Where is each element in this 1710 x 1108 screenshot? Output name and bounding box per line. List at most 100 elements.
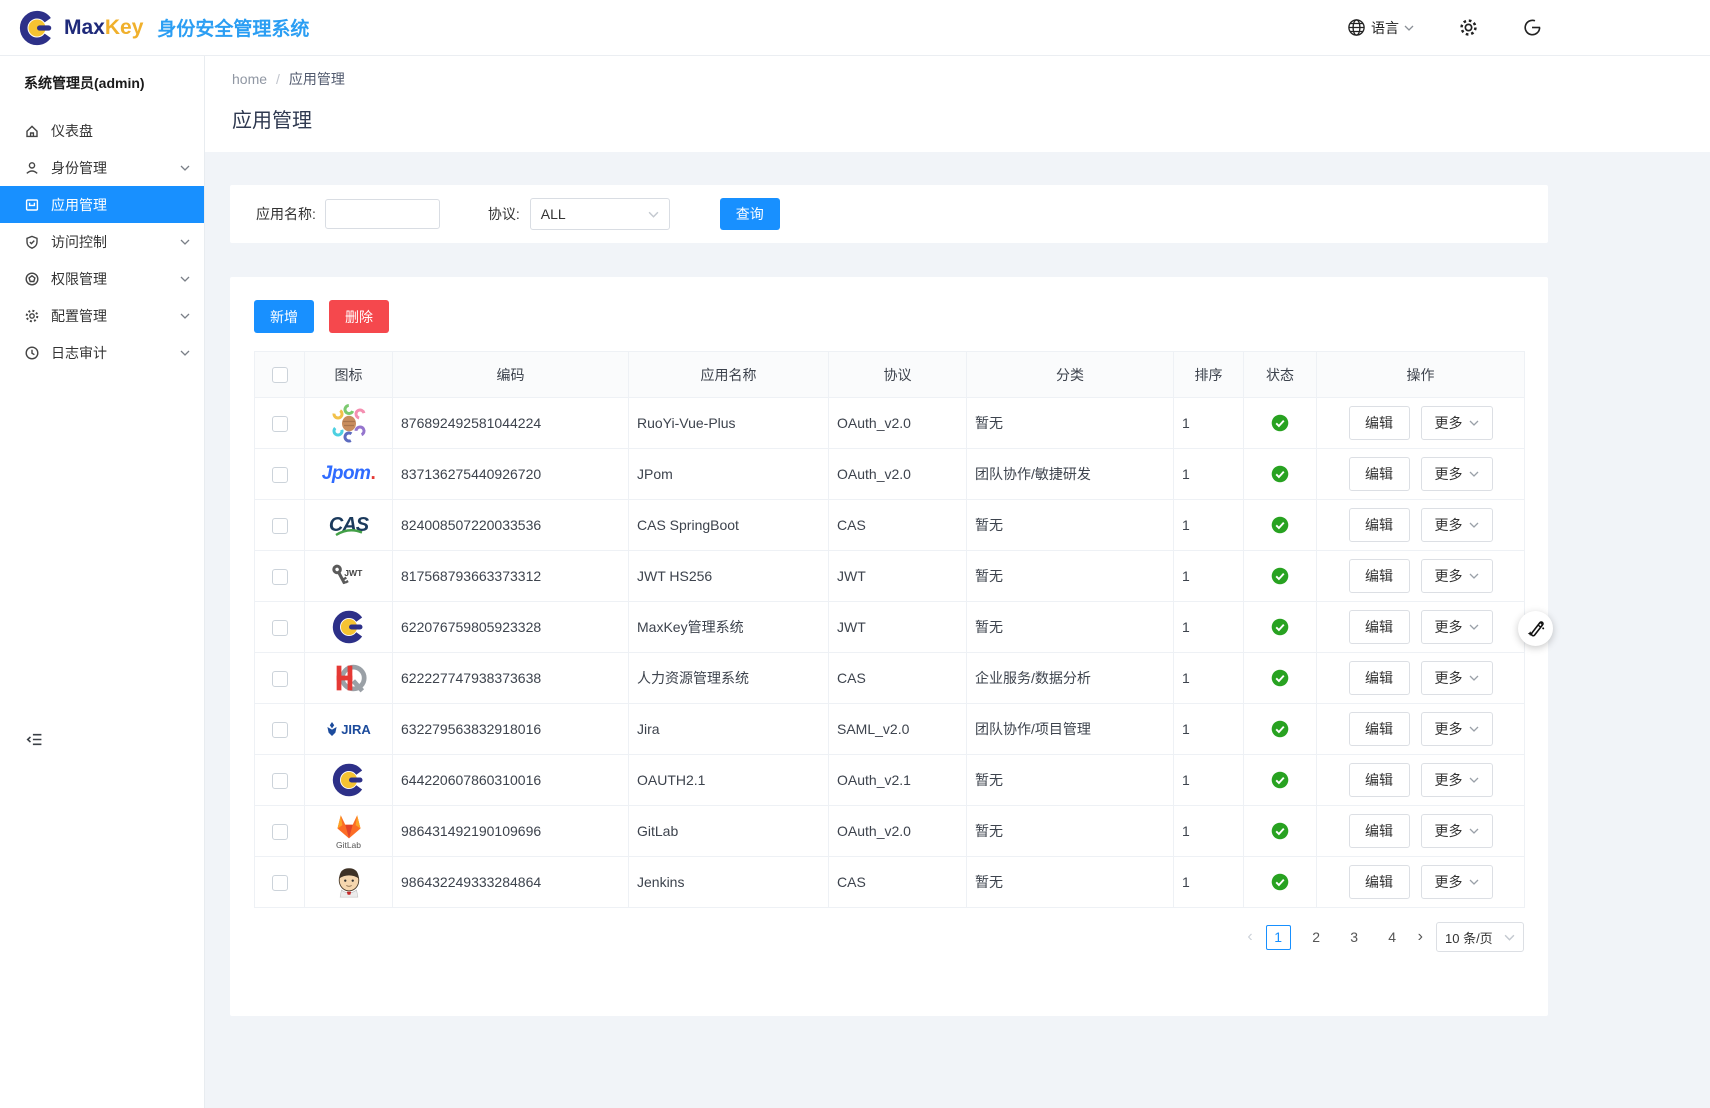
edit-button[interactable]: 编辑 [1349,559,1410,593]
row-checkbox[interactable] [272,569,288,585]
more-button[interactable]: 更多 [1421,508,1493,542]
app-name: RuoYi-Vue-Plus [629,398,829,449]
edit-button[interactable]: 编辑 [1349,814,1410,848]
edit-button[interactable]: 编辑 [1349,712,1410,746]
row-checkbox[interactable] [272,773,288,789]
row-checkbox[interactable] [272,875,288,891]
edit-button[interactable]: 编辑 [1349,763,1410,797]
app-code: 817568793663373312 [393,551,629,602]
app-name: GitLab [629,806,829,857]
app-code: 824008507220033536 [393,500,629,551]
brand-name: MaxKey [64,16,143,40]
more-button[interactable]: 更多 [1421,712,1493,746]
more-button[interactable]: 更多 [1421,559,1493,593]
app-category: 暂无 [967,755,1174,806]
row-checkbox[interactable] [272,722,288,738]
protocol-select[interactable]: ALL [530,198,670,230]
app-code: 876892492581044224 [393,398,629,449]
page-number-button[interactable]: 4 [1380,925,1405,950]
sidebar-item-audit[interactable]: 日志审计 [0,334,204,371]
maxkey-app-icon [305,755,392,805]
row-checkbox[interactable] [272,824,288,840]
sidebar-item-label: 应用管理 [51,195,190,215]
app-sort: 1 [1174,704,1244,755]
more-button[interactable]: 更多 [1421,763,1493,797]
more-button[interactable]: 更多 [1421,406,1493,440]
main-area: home / 应用管理 应用管理 应用名称: 协议: ALL 查询 [205,56,1710,1108]
row-checkbox[interactable] [272,620,288,636]
logout-icon[interactable] [1523,18,1542,37]
sidebar-item-label: 配置管理 [51,306,169,326]
identity-icon [24,160,40,176]
status-enabled-icon [1244,567,1316,585]
sidebar-item-access[interactable]: 访问控制 [0,223,204,260]
more-button[interactable]: 更多 [1421,457,1493,491]
breadcrumb-current: 应用管理 [289,69,345,89]
sidebar-item-dashboard[interactable]: 仪表盘 [0,112,204,149]
edit-button[interactable]: 编辑 [1349,865,1410,899]
chevron-down-icon [1469,828,1479,834]
table-toolbar: 新增 删除 [254,300,1524,333]
more-button[interactable]: 更多 [1421,610,1493,644]
edit-button[interactable]: 编辑 [1349,610,1410,644]
edit-button[interactable]: 编辑 [1349,457,1410,491]
sidebar-item-label: 访问控制 [51,232,169,252]
column-header-name: 应用名称 [629,352,829,398]
page-number-button[interactable]: 1 [1266,925,1291,950]
row-checkbox[interactable] [272,671,288,687]
next-page-button[interactable]: › [1418,929,1423,945]
app-name: Jira [629,704,829,755]
topbar: MaxKey 身份安全管理系统 语言 [0,0,1710,56]
breadcrumb-home[interactable]: home [232,71,267,87]
app-name: 人力资源管理系统 [629,653,829,704]
app-category: 暂无 [967,602,1174,653]
page-size-value: 10 条/页 [1445,928,1493,947]
settings-gear-icon[interactable] [1458,17,1479,38]
prev-page-button[interactable]: ‹ [1247,929,1252,945]
sidebar-item-identity[interactable]: 身份管理 [0,149,204,186]
row-checkbox[interactable] [272,467,288,483]
filter-card: 应用名称: 协议: ALL 查询 [230,185,1548,243]
more-button[interactable]: 更多 [1421,661,1493,695]
page-number-button[interactable]: 2 [1304,925,1329,950]
app-category: 暂无 [967,500,1174,551]
app-name: JPom [629,449,829,500]
protocol-label: 协议: [488,204,520,224]
app-category: 暂无 [967,857,1174,908]
app-name: MaxKey管理系统 [629,602,829,653]
column-header-actions: 操作 [1317,352,1525,398]
status-enabled-icon [1244,669,1316,687]
edit-button[interactable]: 编辑 [1349,508,1410,542]
sidebar-item-label: 权限管理 [51,269,169,289]
sidebar-item-permission[interactable]: 权限管理 [0,260,204,297]
apps-icon [24,197,40,213]
more-button[interactable]: 更多 [1421,814,1493,848]
app-code: 986432249333284864 [393,857,629,908]
edit-button[interactable]: 编辑 [1349,661,1410,695]
row-checkbox[interactable] [272,416,288,432]
more-button[interactable]: 更多 [1421,865,1493,899]
hr-app-icon [305,653,392,703]
search-button[interactable]: 查询 [720,198,780,230]
table-header-row: 图标 编码 应用名称 协议 分类 排序 状态 操作 [255,352,1525,398]
page-number-button[interactable]: 3 [1342,925,1367,950]
row-checkbox[interactable] [272,518,288,534]
chevron-down-icon [180,276,190,282]
app-protocol: OAuth_v2.0 [829,449,967,500]
chevron-down-icon [180,313,190,319]
jenkins-app-icon [305,857,392,907]
sidebar-collapse-button[interactable] [26,731,43,751]
language-switcher[interactable]: 语言 [1347,18,1414,38]
sidebar-item-config[interactable]: 配置管理 [0,297,204,334]
sidebar-item-apps[interactable]: 应用管理 [0,186,204,223]
select-all-checkbox[interactable] [272,367,288,383]
add-button[interactable]: 新增 [254,300,314,333]
magic-wand-button[interactable] [1518,611,1553,646]
delete-button[interactable]: 删除 [329,300,389,333]
app-name-label: 应用名称: [256,204,316,224]
edit-button[interactable]: 编辑 [1349,406,1410,440]
app-name-input[interactable] [325,199,440,229]
page-size-select[interactable]: 10 条/页 [1436,922,1524,952]
sidebar: 系统管理员(admin) 仪表盘身份管理应用管理访问控制权限管理配置管理日志审计 [0,56,205,1108]
app-protocol: CAS [829,500,967,551]
